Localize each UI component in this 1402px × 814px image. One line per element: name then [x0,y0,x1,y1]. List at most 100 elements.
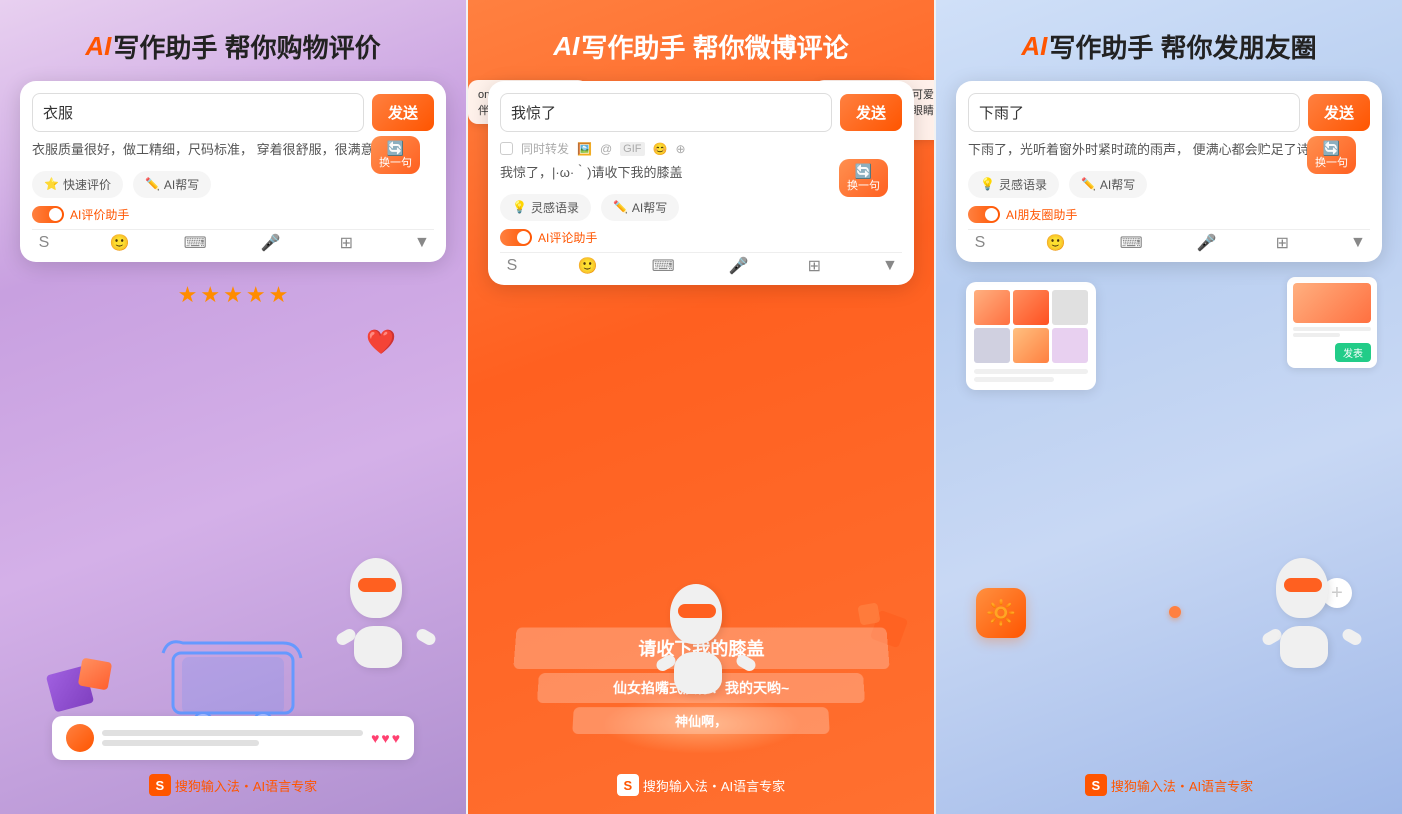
share-publish-btn[interactable]: 发表 [1335,343,1371,362]
review-line-1 [102,730,363,736]
panel-2-title: AI 写作助手 帮你微博评论 [553,28,848,65]
grid-icon-1[interactable]: ⊞ [334,234,358,252]
repost-label: 同时转发 [521,140,569,157]
quick-btns-2: 💡 灵感语录 ✏️ AI帮写 [500,194,902,221]
emoji-icon-1[interactable]: 🙂 [108,234,132,252]
emoji-icon-2[interactable]: 🙂 [576,257,600,275]
review-card-1: ♥ ♥ ♥ [52,716,414,760]
sogou-logo-1: S [149,774,171,796]
mascot-1 [336,558,436,668]
more-icon-2[interactable]: ▼ [878,257,902,275]
heart-2: ♥ [381,730,389,746]
quick-btn-2a[interactable]: 💡 灵感语录 [500,194,591,221]
gift-box-2 [78,658,112,691]
footer-brand-1: S 搜狗输入法・AI语言专家 [149,774,317,796]
grid-icon-3[interactable]: ⊞ [1270,234,1294,252]
share-card: 发表 [1287,277,1377,368]
ribbon-3: 神仙啊， [572,707,830,734]
emoji-icon-3[interactable]: 🙂 [1044,234,1068,252]
quick-btns-3: 💡 灵感语录 ✏️ AI帮写 [968,171,1370,198]
weibo-icon-gif[interactable]: GIF [620,142,644,156]
toggle-row-1: AI评价助手 [32,206,434,223]
quick-btn-2b[interactable]: ✏️ AI帮写 [601,194,679,221]
keyboard-icon-3[interactable]: ⌨ [1119,234,1143,252]
reply-area-1: 衣服质量很好，做工精细，尺码标准， 穿着很舒服，很满意。 🔄 换一句 [32,140,434,171]
keyboard-mockup-2: 我惊了 发送 同时转发 🖼️ @ GIF 😊 ⊕ 我惊了，|·ω·｀)请收下我的… [488,81,914,285]
huan-btn-2[interactable]: 🔄 换一句 [839,159,888,197]
mascot-container-3 [1262,558,1352,668]
keyboard-icon-1[interactable]: ⌨ [183,234,207,252]
toggle-label-1: AI评价助手 [70,206,129,223]
photo-5 [1013,328,1049,363]
reply-area-3: 下雨了，光听着窗外时紧时疏的雨声， 便满心都会贮足了诗 🔄 换一句 [968,140,1370,171]
quick-btn-3b[interactable]: ✏️ AI帮写 [1069,171,1147,198]
keyboard-icon-2[interactable]: ⌨ [651,257,675,275]
search-input-2[interactable]: 我惊了 [500,93,832,132]
heart-bubble-1: ❤️ [366,328,396,357]
more-icon-1[interactable]: ▼ [410,234,434,252]
weibo-icon-at[interactable]: @ [600,142,612,156]
panel-moments: AI 写作助手 帮你发朋友圈 下雨了 发送 下雨了，光听着窗外时紧时疏的雨声， … [936,0,1402,814]
mic-icon-2[interactable]: 🎤 [727,257,751,275]
mascot-arm-r-1 [414,627,437,647]
footer-brand-3: S 搜狗输入法・AI语言专家 [1085,774,1253,796]
mascot-3 [1262,558,1362,668]
weibo-icon-img: 🖼️ [577,142,592,156]
quick-btn-1b[interactable]: ✏️ AI帮写 [133,171,211,198]
toggle-2[interactable] [500,229,532,246]
toggle-row-2: AI评论助手 [500,229,902,246]
toggle-1[interactable] [32,206,64,223]
keyboard-mockup-3: 下雨了 发送 下雨了，光听着窗外时紧时疏的雨声， 便满心都会贮足了诗 🔄 换一句… [956,81,1382,262]
send-button-1[interactable]: 发送 [372,94,434,131]
brand-text-3: 搜狗输入法・AI语言专家 [1111,776,1253,795]
toggle-3[interactable] [968,206,1000,223]
quick-btn-1a[interactable]: ⭐ 快速评价 [32,171,123,198]
quick-btn-3a[interactable]: 💡 灵感语录 [968,171,1059,198]
ai-label-1: AI [85,31,111,62]
more-icon-3[interactable]: ▼ [1346,234,1370,252]
mascot-arm-r-2 [734,653,757,673]
photo-1 [974,290,1010,325]
mic-icon-1[interactable]: 🎤 [259,234,283,252]
send-button-2[interactable]: 发送 [840,94,902,131]
send-button-3[interactable]: 发送 [1308,94,1370,131]
share-line-2 [1293,333,1340,337]
search-input-1[interactable]: 衣服 [32,93,364,132]
brand-text-1: 搜狗输入法・AI语言专家 [175,776,317,795]
sogou-icon-2: S [500,257,524,275]
repost-checkbox[interactable] [500,142,513,155]
kb-bottom-3: S 🙂 ⌨ 🎤 ⊞ ▼ [968,229,1370,254]
star-3: ★ [223,282,243,308]
mascot-glasses-3 [1284,578,1322,592]
quick-btns-1: ⭐ 快速评价 ✏️ AI帮写 [32,171,434,198]
input-row-2: 我惊了 发送 [500,93,902,132]
app-icon-3: 🔆 [976,588,1026,638]
stars-row-1: ★ ★ ★ ★ ★ [178,282,289,308]
social-card-large [966,282,1096,390]
sogou-logo-2: S [617,774,639,796]
mic-icon-3[interactable]: 🎤 [1195,234,1219,252]
huan-btn-3[interactable]: 🔄 换一句 [1307,136,1356,174]
ai-label-3: AI [1021,31,1047,62]
mascot-glasses-2 [678,604,716,618]
mascot-body-1 [354,626,402,668]
keyboard-mockup-1: 衣服 发送 衣服质量很好，做工精细，尺码标准， 穿着很舒服，很满意。 🔄 换一句… [20,81,446,262]
star-2: ★ [200,282,220,308]
heart-3: ♥ [392,730,400,746]
search-input-3[interactable]: 下雨了 [968,93,1300,132]
weibo-icon-plus[interactable]: ⊕ [675,142,685,156]
grid-icon-2[interactable]: ⊞ [802,257,826,275]
panel-2-title-text: 写作助手 帮你微博评论 [581,28,848,65]
huan-btn-1[interactable]: 🔄 换一句 [371,136,420,174]
panel-weibo: AI 写作助手 帮你微博评论 我惊了 发送 同时转发 🖼️ @ GIF 😊 ⊕ … [468,0,934,814]
social-area: 🔆 + 发表 [956,262,1382,768]
sogou-icon-3: S [968,234,992,252]
sogou-icon-1: S [32,234,56,252]
photo-2 [1013,290,1049,325]
panel-1-title-text: 写作助手 帮你购物评价 [113,28,380,65]
star-4: ★ [246,282,266,308]
photo-4 [974,328,1010,363]
photo-3 [1052,290,1088,325]
brand-text-2: 搜狗输入法・AI语言专家 [643,776,785,795]
weibo-icon-emoji[interactable]: 😊 [653,142,668,156]
